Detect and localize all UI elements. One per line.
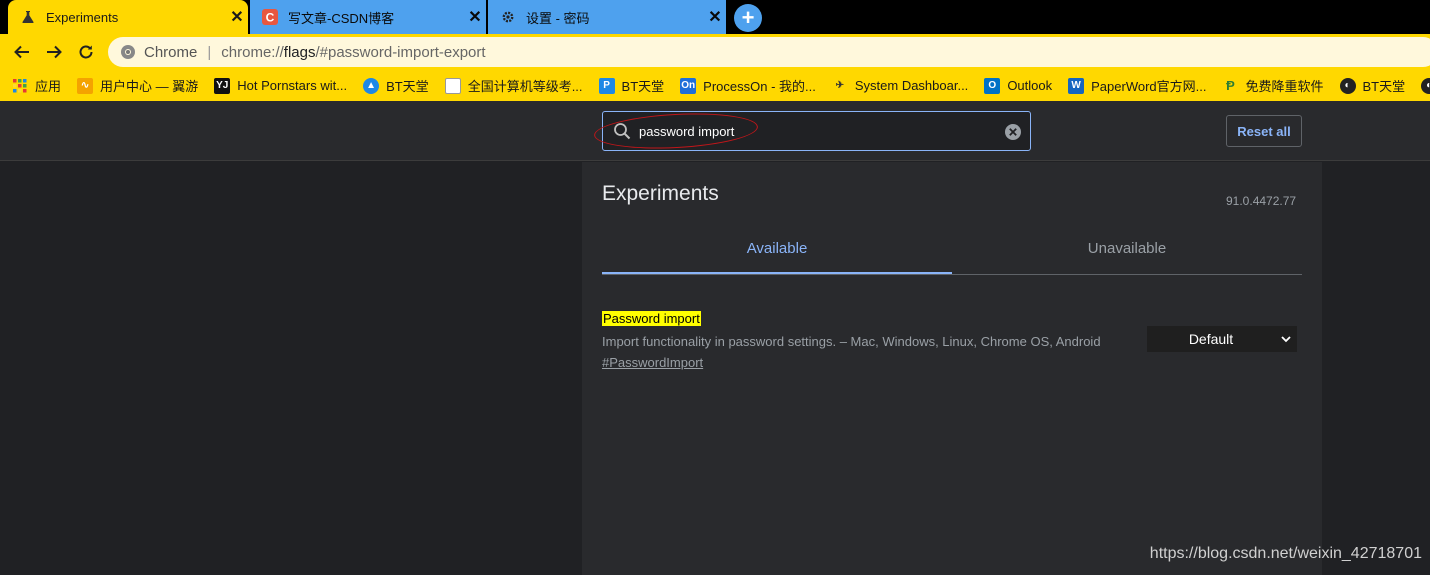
experiment-permalink[interactable]: #PasswordImport <box>602 355 703 370</box>
close-icon[interactable]: ✕ <box>704 6 726 28</box>
bookmark-label: System Dashboar... <box>854 78 969 93</box>
left-gutter <box>0 162 582 575</box>
flags-content: Experiments 91.0.4472.77 Available Unava… <box>582 162 1322 575</box>
tab-settings-password[interactable]: 设置 - 密码 ✕ <box>488 0 726 34</box>
bookmark-label: BT天堂 <box>621 79 665 94</box>
tab-strip: Experiments ✕ C 写文章-CSDN博客 ✕ 设置 - 密码 ✕ + <box>0 0 1430 34</box>
reload-icon[interactable] <box>74 40 98 64</box>
tab-title: Experiments <box>46 9 119 25</box>
bookmark-label: 应用 <box>35 79 62 94</box>
chrome-logo-icon <box>120 44 136 60</box>
close-icon[interactable]: ✕ <box>464 6 486 28</box>
bookmark-apps[interactable]: 应用 <box>12 76 61 95</box>
watermark-text: https://blog.csdn.net/weixin_42718701 <box>1149 545 1422 562</box>
svg-text:C: C <box>266 11 275 25</box>
bookmark-ncre[interactable]: 全国计算机等级考... <box>444 76 583 95</box>
flask-icon <box>20 9 36 25</box>
yj-icon: YJ <box>214 77 231 94</box>
clear-search-icon[interactable] <box>1004 123 1022 141</box>
omnibox-separator: | <box>207 43 212 61</box>
bookmark-label: PaperWord官方网... <box>1091 79 1207 94</box>
jenkins-icon: ✈ <box>835 80 845 91</box>
select-value: Default <box>1188 331 1234 347</box>
close-icon[interactable]: ✕ <box>226 6 248 28</box>
bookmarks-bar: 应用 ∿ 用户中心 — 翼游 YJ Hot Pornstars wit... ▲… <box>0 70 1430 101</box>
search-input[interactable] <box>639 112 999 150</box>
bookmark-bt-1[interactable]: ▲ BT天堂 <box>363 76 429 95</box>
back-arrow-icon[interactable] <box>10 40 34 64</box>
processon-icon: On <box>680 77 697 94</box>
p-icon: P <box>598 77 615 94</box>
outlook-icon: O <box>984 77 1001 94</box>
tab-experiments[interactable]: Experiments ✕ <box>8 0 248 34</box>
bookmark-label: Outlook <box>1007 78 1053 93</box>
right-gutter <box>1322 162 1430 575</box>
new-tab-button[interactable]: + <box>734 4 762 32</box>
page-title: Experiments <box>602 182 719 205</box>
bookmark-bt-2[interactable]: P BT天堂 <box>598 76 665 95</box>
experiment-name: Password import <box>602 311 701 326</box>
bookmark-system-dashboard[interactable]: ✈ System Dashboar... <box>832 78 969 94</box>
bookmark-label: ProcessOn - 我的... <box>703 79 816 94</box>
tab-csdn[interactable]: C 写文章-CSDN博客 ✕ <box>250 0 486 34</box>
omnibox-label: Chrome <box>144 43 198 61</box>
bt-icon: ▲ <box>363 77 380 94</box>
bookmark-user-center[interactable]: ∿ 用户中心 — 翼游 <box>77 76 198 95</box>
gear-icon <box>500 9 516 25</box>
csdn-icon: C <box>262 9 278 25</box>
tab-title: 设置 - 密码 <box>526 10 590 26</box>
tab-title: 写文章-CSDN博客 <box>288 10 395 26</box>
experiment-state-select[interactable]: Default <box>1147 326 1297 352</box>
globe-icon: ◐ <box>1421 77 1430 94</box>
url-text: chrome://flags/#password-import-export <box>221 43 486 61</box>
bookmark-hot[interactable]: YJ Hot Pornstars wit... <box>214 77 348 94</box>
toolbar: Chrome | chrome://flags/#password-import… <box>0 34 1430 70</box>
version-label: 91.0.4472.77 <box>1226 194 1297 208</box>
tab-unavailable[interactable]: Unavailable <box>952 234 1302 274</box>
bookmark-label: BT天堂 <box>386 79 429 94</box>
doc-icon <box>444 77 461 94</box>
bookmark-free-rewrite[interactable]: Ᵽ 免费降重软件 <box>1222 76 1323 95</box>
bookmark-label: 免费降重软件 <box>1245 79 1324 94</box>
bookmark-bt-4[interactable]: ◐ BT <box>1421 77 1430 94</box>
bookmark-label: BT天堂 <box>1362 79 1406 94</box>
p-green-icon: Ᵽ <box>1226 78 1235 93</box>
chevron-down-icon <box>1275 335 1297 343</box>
search-box[interactable] <box>602 111 1031 151</box>
bookmark-paperword[interactable]: W PaperWord官方网... <box>1068 76 1206 95</box>
flags-tabs: Available Unavailable <box>602 234 1302 275</box>
globe-icon: ◐ <box>1339 77 1356 94</box>
apps-grid-icon <box>12 78 28 94</box>
w-icon: W <box>1068 77 1085 94</box>
bookmark-label: 用户中心 — 翼游 <box>100 79 199 94</box>
bookmark-outlook[interactable]: O Outlook <box>984 77 1053 94</box>
bookmark-label: Hot Pornstars wit... <box>237 78 348 93</box>
user-center-icon: ∿ <box>77 77 94 94</box>
address-bar[interactable]: Chrome | chrome://flags/#password-import… <box>108 37 1430 67</box>
forward-arrow-icon[interactable] <box>42 40 66 64</box>
reset-all-button[interactable]: Reset all <box>1226 115 1302 147</box>
bookmark-bt-3[interactable]: ◐ BT天堂 <box>1339 76 1406 95</box>
bookmark-processon[interactable]: On ProcessOn - 我的... <box>680 76 816 95</box>
flags-header: Reset all <box>0 101 1430 161</box>
bookmark-label: 全国计算机等级考... <box>467 79 583 94</box>
search-icon <box>613 122 631 145</box>
tab-available[interactable]: Available <box>602 234 952 274</box>
